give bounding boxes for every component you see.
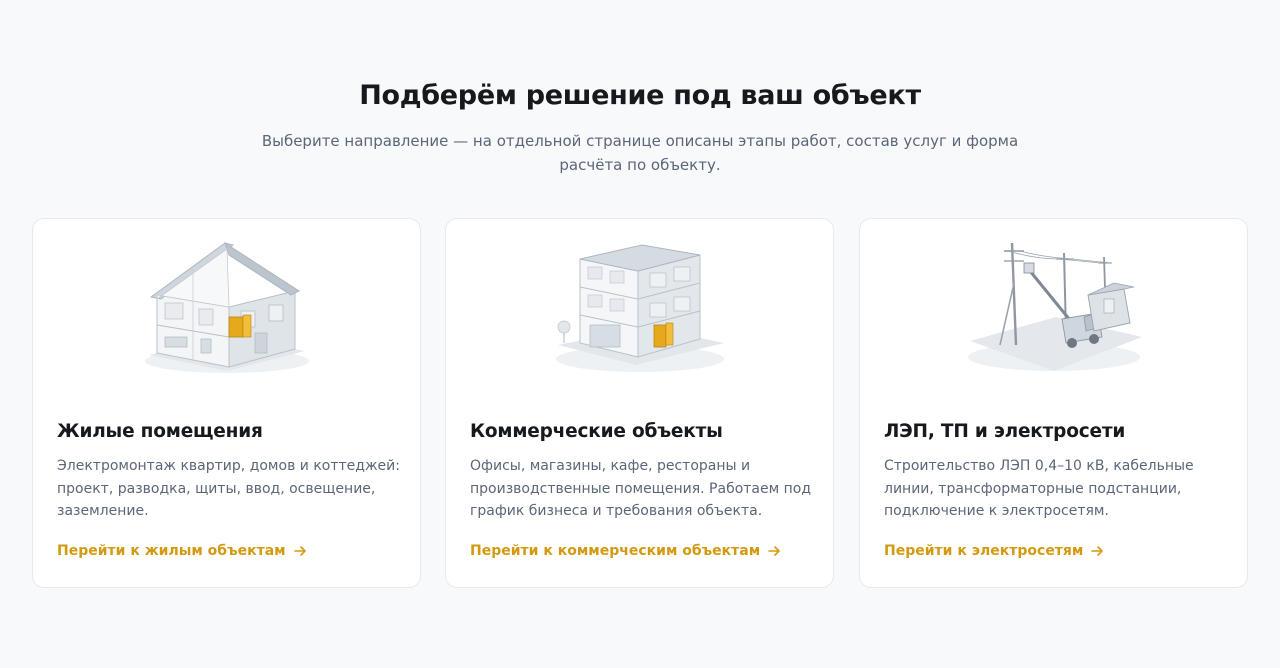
- card-link-label: Перейти к жилым объектам: [57, 543, 286, 559]
- power-grid-link[interactable]: Перейти к электросетям: [884, 543, 1104, 559]
- residential-link[interactable]: Перейти к жилым объектам: [57, 543, 307, 559]
- section-title: Подберём решение под ваш объект: [359, 80, 921, 111]
- section-subtitle: Выберите направление — на отдельной стра…: [261, 132, 1019, 174]
- arrow-right-icon: [768, 546, 780, 556]
- card-commercial[interactable]: Коммерческие объекты Офисы, магазины, ка…: [445, 218, 834, 588]
- arrow-right-icon: [1091, 546, 1104, 556]
- commercial-link[interactable]: Перейти к коммерческим объектам: [470, 543, 781, 559]
- card-description: Офисы, магазины, кафе, рестораны и произ…: [470, 458, 812, 519]
- card-link-label: Перейти к электросетям: [884, 543, 1084, 559]
- residential-house-illustration: [145, 241, 309, 373]
- arrow-right-icon: [293, 546, 306, 556]
- card-title: ЛЭП, ТП и электросети: [884, 421, 1126, 442]
- card-description: Строительство ЛЭП 0,4–10 кВ, кабельные л…: [884, 458, 1194, 519]
- card-residential[interactable]: Жилые помещения Электромонтаж квартир, д…: [32, 218, 421, 588]
- card-power-grid[interactable]: ЛЭП, ТП и электросети Строительство ЛЭП …: [859, 218, 1248, 588]
- solutions-section: Подберём решение под ваш объект Выберите…: [0, 0, 1280, 668]
- card-link-label: Перейти к коммерческим объектам: [470, 543, 761, 559]
- card-description: Электромонтаж квартир, домов и коттеджей…: [57, 458, 400, 519]
- power-line-illustration: [968, 242, 1142, 371]
- card-title: Жилые помещения: [57, 421, 263, 442]
- commercial-building-illustration: [556, 244, 724, 372]
- card-title: Коммерческие объекты: [470, 421, 723, 442]
